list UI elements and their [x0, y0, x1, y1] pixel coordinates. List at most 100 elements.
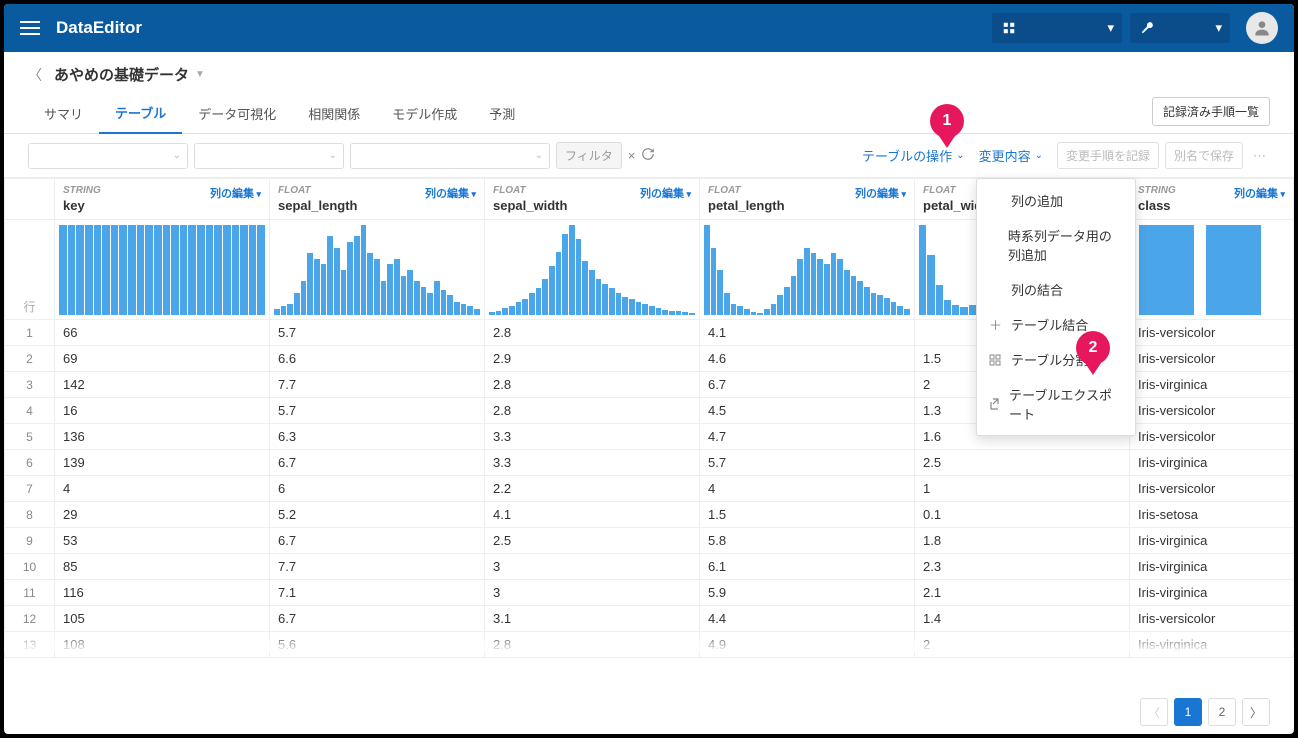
- cell-idx: 3: [5, 372, 55, 398]
- reload-icon[interactable]: [641, 147, 655, 164]
- cell-key: 105: [55, 606, 270, 632]
- cell-sepal_width: 2.5: [485, 528, 700, 554]
- cell-key: 136: [55, 424, 270, 450]
- cell-sepal_length: 7.1: [270, 580, 485, 606]
- table-operations-menu[interactable]: テーブルの操作⌄: [862, 146, 965, 165]
- page-1[interactable]: 1: [1174, 698, 1202, 726]
- menu-add-column[interactable]: 列の追加: [977, 183, 1135, 218]
- callout-2: 2: [1076, 331, 1110, 375]
- cell-sepal_length: 6.7: [270, 528, 485, 554]
- cell-sepal_length: 5.7: [270, 320, 485, 346]
- cell-idx: 4: [5, 398, 55, 424]
- person-icon: [1252, 18, 1272, 38]
- cell-sepal_width: 2.8: [485, 372, 700, 398]
- table-row[interactable]: 111167.135.92.1Iris-virginica: [5, 580, 1294, 606]
- cell-class: Iris-versicolor: [1130, 320, 1294, 346]
- menu-split-table[interactable]: テーブル分割: [977, 342, 1135, 377]
- cell-sepal_width: 2.9: [485, 346, 700, 372]
- changes-label: 変更内容: [979, 146, 1031, 165]
- menu-export-table[interactable]: テーブルエクスポート: [977, 377, 1135, 431]
- table-row[interactable]: 8295.24.11.50.1Iris-setosa: [5, 502, 1294, 528]
- histogram-petal_length: [700, 220, 915, 320]
- filter-select-3[interactable]: ⌄: [350, 143, 550, 169]
- top-navbar: DataEditor ▾ ▾: [4, 4, 1294, 52]
- cell-sepal_width: 3.1: [485, 606, 700, 632]
- table-operations-dropdown: 列の追加 時系列データ用の列追加 列の結合 ＋テーブル結合 テーブル分割 テーブ…: [976, 178, 1136, 436]
- more-icon[interactable]: ⋯: [1249, 148, 1270, 164]
- cell-class: Iris-virginica: [1130, 554, 1294, 580]
- tab-visualization[interactable]: データ可視化: [182, 96, 292, 133]
- tab-correlation[interactable]: 相関関係: [292, 96, 376, 133]
- cell-key: 53: [55, 528, 270, 554]
- back-chevron-icon[interactable]: 〈: [28, 65, 42, 85]
- cell-class: Iris-setosa: [1130, 502, 1294, 528]
- dataset-title[interactable]: あやめの基礎データ ▼: [54, 64, 205, 85]
- caret-down-icon: ▾: [1215, 20, 1222, 36]
- project-selector[interactable]: ▾: [992, 13, 1122, 43]
- cell-petal_length: 6.1: [700, 554, 915, 580]
- tab-predict[interactable]: 予測: [473, 96, 531, 133]
- cell-sepal_length: 6.3: [270, 424, 485, 450]
- column-edit-menu[interactable]: 列の編集: [855, 185, 906, 201]
- callout-1: 1: [930, 104, 964, 148]
- column-header-sepal_length: FLOAT sepal_length 列の編集: [270, 179, 485, 220]
- filter-select-1[interactable]: ⌄: [28, 143, 188, 169]
- tab-summary[interactable]: サマリ: [28, 96, 99, 133]
- grid-icon: [1002, 21, 1016, 35]
- cell-class: Iris-virginica: [1130, 528, 1294, 554]
- pagination: 〈 12 〉: [1120, 692, 1270, 726]
- recorded-steps-button[interactable]: 記録済み手順一覧: [1152, 97, 1270, 126]
- changes-menu[interactable]: 変更内容 ⌄: [979, 146, 1043, 165]
- cell-sepal_width: 2.8: [485, 320, 700, 346]
- cell-idx: 11: [5, 580, 55, 606]
- cell-petal_width: 1.8: [915, 528, 1130, 554]
- table-row[interactable]: 61396.73.35.72.5Iris-virginica: [5, 450, 1294, 476]
- cell-sepal_length: 5.2: [270, 502, 485, 528]
- chevron-down-icon: ⌄: [1035, 150, 1043, 161]
- tab-table[interactable]: テーブル: [99, 95, 182, 134]
- app-title: DataEditor: [56, 18, 142, 38]
- table-row[interactable]: 10857.736.12.3Iris-virginica: [5, 554, 1294, 580]
- page-prev[interactable]: 〈: [1140, 698, 1168, 726]
- column-edit-menu[interactable]: 列の編集: [210, 185, 261, 201]
- table-row[interactable]: 7462.241Iris-versicolor: [5, 476, 1294, 502]
- column-edit-menu[interactable]: 列の編集: [425, 185, 476, 201]
- record-change-button: 変更手順を記録: [1057, 142, 1159, 169]
- column-edit-menu[interactable]: 列の編集: [640, 185, 691, 201]
- menu-join-table[interactable]: ＋テーブル結合: [977, 307, 1135, 342]
- cell-sepal_width: 4.1: [485, 502, 700, 528]
- table-operations-label: テーブルの操作: [862, 146, 952, 165]
- cell-petal_length: 4: [700, 476, 915, 502]
- caret-down-icon: ▾: [1107, 20, 1114, 36]
- clear-filter-icon[interactable]: ×: [628, 148, 636, 163]
- filter-select-2[interactable]: ⌄: [194, 143, 344, 169]
- cell-sepal_length: 6.7: [270, 450, 485, 476]
- menu-add-ts-column[interactable]: 時系列データ用の列追加: [977, 218, 1135, 272]
- menu-icon[interactable]: [20, 21, 40, 35]
- cell-petal_length: 4.6: [700, 346, 915, 372]
- user-avatar[interactable]: [1246, 12, 1278, 44]
- table-row[interactable]: 131085.62.84.92Iris-virginica: [5, 632, 1294, 658]
- cell-idx: 10: [5, 554, 55, 580]
- histogram-sepal_width: [485, 220, 700, 320]
- page-2[interactable]: 2: [1208, 698, 1236, 726]
- row-header: [5, 179, 55, 220]
- filter-button[interactable]: フィルタ: [556, 142, 622, 169]
- column-edit-menu[interactable]: 列の編集: [1234, 185, 1285, 201]
- cell-sepal_width: 3.3: [485, 424, 700, 450]
- table-row[interactable]: 121056.73.14.41.4Iris-versicolor: [5, 606, 1294, 632]
- cell-class: Iris-versicolor: [1130, 476, 1294, 502]
- tools-selector[interactable]: ▾: [1130, 13, 1230, 43]
- cell-class: Iris-versicolor: [1130, 606, 1294, 632]
- cell-petal_width: 2.1: [915, 580, 1130, 606]
- cell-petal_width: 2.5: [915, 450, 1130, 476]
- chevron-down-icon: ⌄: [173, 150, 181, 161]
- tab-model[interactable]: モデル作成: [376, 96, 473, 133]
- export-icon: [989, 398, 1003, 410]
- menu-merge-columns[interactable]: 列の結合: [977, 272, 1135, 307]
- split-icon: [989, 354, 1005, 366]
- save-as-button: 別名で保存: [1165, 142, 1243, 169]
- cell-petal_width: 2: [915, 632, 1130, 658]
- page-next[interactable]: 〉: [1242, 698, 1270, 726]
- table-row[interactable]: 9536.72.55.81.8Iris-virginica: [5, 528, 1294, 554]
